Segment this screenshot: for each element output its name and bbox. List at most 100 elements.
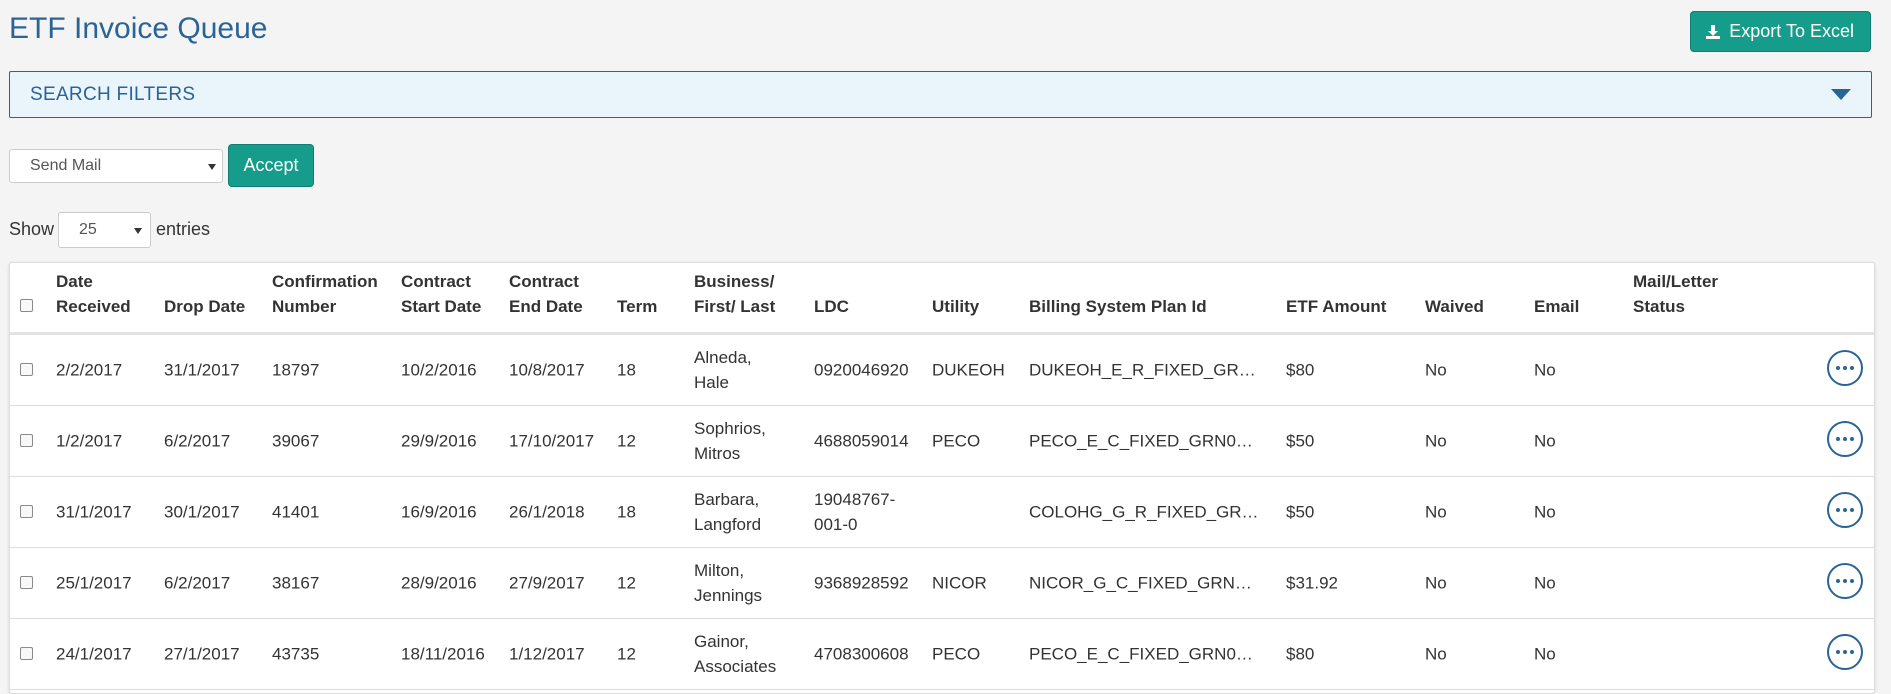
- cell-start-date: 18/11/2016: [401, 644, 485, 664]
- cell-date-received: 24/1/2017: [56, 644, 132, 664]
- col-email[interactable]: Email: [1534, 294, 1604, 319]
- table-row: 25/1/2017 6/2/2017 38167 28/9/2016 27/9/…: [10, 548, 1874, 619]
- cell-plan-id: COLOHG_G_R_FIXED_GR…: [1029, 502, 1259, 522]
- cell-etf-amount: $50: [1286, 431, 1315, 451]
- more-icon: [1836, 508, 1840, 512]
- search-filters-label: SEARCH FILTERS: [30, 83, 196, 105]
- col-date-received[interactable]: Date Received: [56, 269, 136, 319]
- entries-value: 25: [79, 221, 97, 238]
- cell-ldc: 9368928592: [814, 573, 909, 593]
- row-actions-button[interactable]: [1827, 421, 1863, 457]
- cell-plan-id: NICOR_G_C_FIXED_GRN…: [1029, 573, 1252, 593]
- cell-business: Sophrios, Mitros: [694, 419, 766, 463]
- export-to-excel-button[interactable]: Export To Excel: [1690, 11, 1871, 52]
- cell-utility: DUKEOH: [932, 360, 1005, 380]
- table-header: Date Received Drop Date Confirmation Num…: [10, 263, 1874, 335]
- cell-confirmation: 38167: [272, 573, 320, 593]
- cell-utility: NICOR: [932, 573, 987, 593]
- download-icon: [1706, 24, 1721, 39]
- col-contract-end-date[interactable]: Contract End Date: [509, 269, 599, 319]
- cell-date-received: 2/2/2017: [56, 360, 123, 380]
- action-select[interactable]: Send Mail: [9, 149, 223, 183]
- cell-end-date: 26/1/2018: [509, 502, 585, 522]
- col-etf-amount[interactable]: ETF Amount: [1286, 294, 1406, 319]
- cell-end-date: 1/12/2017: [509, 644, 585, 664]
- caret-down-icon: [1831, 89, 1851, 100]
- cell-end-date: 10/8/2017: [509, 360, 585, 380]
- dropdown-arrow-icon: [134, 228, 142, 234]
- page-title: ETF Invoice Queue: [9, 12, 268, 45]
- col-term[interactable]: Term: [617, 294, 677, 319]
- cell-business: Gainor, Associates: [694, 632, 777, 676]
- cell-drop-date: 27/1/2017: [164, 644, 240, 664]
- cell-business: Barbara, Langford: [694, 490, 762, 534]
- col-business[interactable]: Business/ First/ Last: [694, 269, 784, 319]
- search-filters-panel[interactable]: SEARCH FILTERS: [9, 71, 1872, 118]
- cell-date-received: 1/2/2017: [56, 431, 123, 451]
- export-label: Export To Excel: [1729, 21, 1854, 41]
- cell-ldc: 4708300608: [814, 644, 909, 664]
- cell-date-received: 25/1/2017: [56, 573, 132, 593]
- col-waived[interactable]: Waived: [1425, 294, 1505, 319]
- cell-ldc: 19048767-001-0: [814, 490, 896, 534]
- action-select-value: Send Mail: [30, 157, 102, 174]
- entries-per-page-select[interactable]: 25: [58, 212, 151, 248]
- table-row: 2/2/2017 31/1/2017 18797 10/2/2016 10/8/…: [10, 335, 1874, 406]
- cell-term: 12: [617, 644, 636, 664]
- cell-confirmation: 39067: [272, 431, 320, 451]
- row-actions-button[interactable]: [1827, 634, 1863, 670]
- more-icon: [1836, 437, 1840, 441]
- cell-etf-amount: $80: [1286, 360, 1315, 380]
- cell-waived: No: [1425, 644, 1447, 664]
- cell-start-date: 16/9/2016: [401, 502, 477, 522]
- cell-confirmation: 43735: [272, 644, 320, 664]
- row-checkbox[interactable]: [20, 576, 33, 589]
- col-ldc[interactable]: LDC: [814, 294, 874, 319]
- cell-start-date: 28/9/2016: [401, 573, 477, 593]
- cell-etf-amount: $80: [1286, 644, 1315, 664]
- col-billing-plan-id[interactable]: Billing System Plan Id: [1029, 294, 1259, 319]
- row-actions-button[interactable]: [1827, 350, 1863, 386]
- cell-term: 12: [617, 573, 636, 593]
- cell-utility: PECO: [932, 644, 981, 664]
- row-checkbox[interactable]: [20, 434, 33, 447]
- row-checkbox[interactable]: [20, 647, 33, 660]
- cell-end-date: 17/10/2017: [509, 431, 595, 451]
- col-mail-letter-status[interactable]: Mail/Letter Status: [1633, 269, 1733, 319]
- cell-email: No: [1534, 431, 1556, 451]
- cell-plan-id: PECO_E_C_FIXED_GRN0…: [1029, 644, 1253, 664]
- cell-ldc: 0920046920: [814, 360, 909, 380]
- cell-waived: No: [1425, 431, 1447, 451]
- table-row: 24/1/2017 27/1/2017 43735 18/11/2016 1/1…: [10, 619, 1874, 690]
- cell-utility: PECO: [932, 431, 981, 451]
- cell-confirmation: 41401: [272, 502, 320, 522]
- col-utility[interactable]: Utility: [932, 294, 1002, 319]
- cell-business: Milton, Jennings: [694, 561, 763, 605]
- cell-email: No: [1534, 573, 1556, 593]
- cell-term: 12: [617, 431, 636, 451]
- cell-email: No: [1534, 644, 1556, 664]
- cell-waived: No: [1425, 502, 1447, 522]
- row-actions-button[interactable]: [1827, 563, 1863, 599]
- row-checkbox[interactable]: [20, 505, 33, 518]
- cell-start-date: 29/9/2016: [401, 431, 477, 451]
- col-confirmation-number[interactable]: Confirmation Number: [272, 269, 392, 319]
- table-row: 31/1/2017 30/1/2017 41401 16/9/2016 26/1…: [10, 477, 1874, 548]
- accept-button[interactable]: Accept: [228, 144, 314, 187]
- cell-waived: No: [1425, 573, 1447, 593]
- cell-date-received: 31/1/2017: [56, 502, 132, 522]
- cell-etf-amount: $31.92: [1286, 573, 1338, 593]
- show-label: Show: [9, 219, 55, 239]
- entries-label: entries: [156, 219, 211, 239]
- row-actions-button[interactable]: [1827, 492, 1863, 528]
- col-contract-start-date[interactable]: Contract Start Date: [401, 269, 501, 319]
- dropdown-arrow-icon: [208, 164, 216, 170]
- cell-term: 18: [617, 360, 636, 380]
- cell-drop-date: 6/2/2017: [164, 431, 231, 451]
- cell-confirmation: 18797: [272, 360, 320, 380]
- cell-plan-id: PECO_E_C_FIXED_GRN0…: [1029, 431, 1253, 451]
- row-checkbox[interactable]: [20, 363, 33, 376]
- cell-email: No: [1534, 360, 1556, 380]
- select-all-checkbox[interactable]: [20, 299, 33, 312]
- col-drop-date[interactable]: Drop Date: [164, 294, 264, 319]
